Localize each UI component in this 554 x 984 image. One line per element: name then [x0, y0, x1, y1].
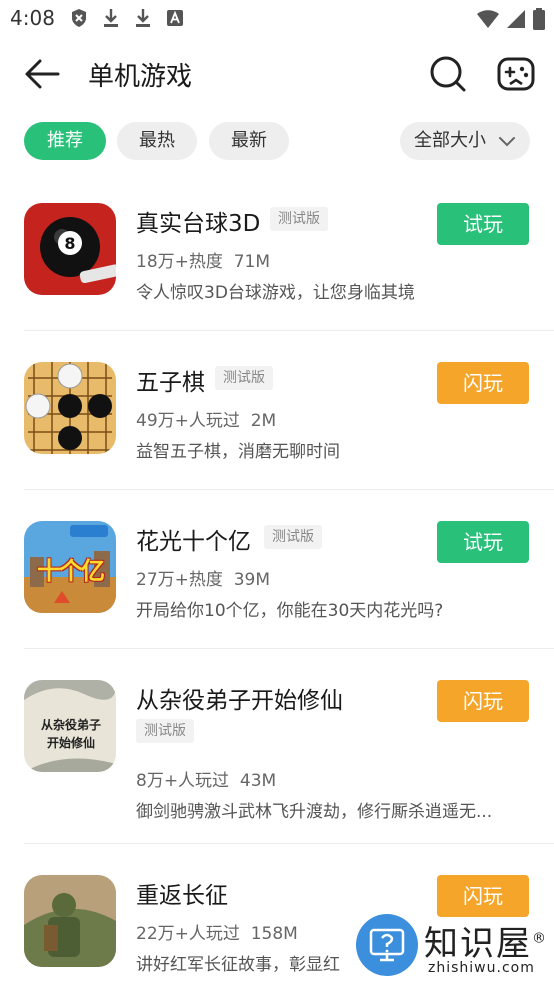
game-size: 71M — [233, 252, 271, 272]
game-stats: 8万+人玩过 43M — [136, 766, 276, 791]
font-a-icon — [167, 10, 183, 26]
battery-icon — [533, 8, 545, 30]
size-filter-label: 全部大小 — [414, 130, 486, 151]
game-size: 43M — [239, 771, 277, 791]
divider — [24, 843, 554, 844]
shield-icon — [72, 9, 86, 27]
beta-badge: 测试版 — [270, 207, 328, 231]
divider — [24, 489, 554, 490]
svg-text:8: 8 — [64, 234, 75, 253]
back-button[interactable] — [22, 56, 62, 92]
game-stats: 22万+人玩过 158M — [136, 919, 298, 944]
game-name: 真实台球3D — [136, 211, 261, 237]
game-popularity: 18万+热度 — [136, 252, 223, 272]
try-play-button[interactable]: 试玩 — [437, 521, 529, 563]
wifi-icon — [477, 10, 499, 28]
instant-play-button[interactable]: 闪玩 — [437, 680, 529, 722]
beta-badge: 测试版 — [136, 719, 194, 743]
instant-play-button[interactable]: 闪玩 — [437, 875, 529, 917]
tab-recommended[interactable]: 推荐 — [24, 122, 106, 160]
game-icon-text: 十个亿 — [37, 557, 105, 585]
game-popularity: 49万+人玩过 — [136, 411, 240, 431]
game-size: 2M — [250, 411, 277, 431]
question-monitor-icon — [356, 914, 418, 976]
game-size: 39M — [233, 570, 271, 590]
game-icon-long-march — [24, 875, 116, 967]
chevron-down-icon — [499, 137, 515, 147]
site-watermark: 知识屋® zhishiwu.com — [356, 914, 554, 984]
beta-badge: 测试版 — [264, 525, 322, 549]
divider — [24, 330, 554, 331]
watermark-title: 知识屋® — [424, 916, 548, 965]
watermark-url: zhishiwu.com — [428, 960, 535, 976]
status-notification-icons — [70, 8, 184, 28]
game-icon-text: 开始修仙 — [46, 736, 95, 750]
try-play-button[interactable]: 试玩 — [437, 203, 529, 245]
game-size: 158M — [250, 924, 298, 944]
watermark-title-text: 知识屋 — [424, 924, 532, 964]
game-popularity: 27万+热度 — [136, 570, 223, 590]
game-name: 花光十个亿 — [136, 529, 251, 555]
gamepad-icon — [497, 57, 535, 91]
game-icon-gomoku — [24, 362, 116, 454]
signal-icon — [507, 10, 525, 28]
filter-bar: 推荐 最热 最新 全部大小 — [0, 122, 554, 162]
game-icon-cultivation: 从杂役弟子 开始修仙 — [24, 680, 116, 772]
game-stats: 49万+人玩过 2M — [136, 406, 276, 431]
toolbar: 单机游戏 — [0, 46, 554, 102]
page-title: 单机游戏 — [88, 62, 193, 92]
search-button[interactable] — [428, 54, 468, 94]
status-bar: 4:08 — [0, 0, 554, 40]
game-description: 开局给你10个亿，你能在30天内花光吗? — [136, 601, 444, 621]
tab-newest[interactable]: 最新 — [209, 122, 289, 160]
registered-mark: ® — [532, 930, 548, 947]
status-time: 4:08 — [10, 6, 55, 30]
download-icon — [136, 9, 150, 27]
instant-play-button[interactable]: 闪玩 — [437, 362, 529, 404]
game-icon-billiards: 8 — [24, 203, 116, 295]
game-name: 重返长征 — [136, 883, 228, 909]
game-center-button[interactable] — [496, 54, 536, 94]
status-system-icons — [476, 8, 546, 30]
game-description: 讲好红军长征故事，彰显红 — [136, 955, 340, 975]
arrow-left-icon — [25, 59, 60, 89]
game-popularity: 8万+人玩过 — [136, 771, 230, 791]
game-icon-spend-billion: 十个亿 — [24, 521, 116, 613]
game-name: 从杂役弟子开始修仙 — [136, 688, 343, 714]
search-icon — [430, 56, 466, 92]
game-name: 五子棋 — [136, 370, 205, 396]
game-popularity: 22万+人玩过 — [136, 924, 240, 944]
tab-hottest[interactable]: 最热 — [117, 122, 197, 160]
game-icon-text: 从杂役弟子 — [40, 718, 101, 732]
game-stats: 27万+热度 39M — [136, 565, 270, 590]
game-description: 令人惊叹3D台球游戏，让您身临其境 — [136, 283, 415, 303]
beta-badge: 测试版 — [215, 366, 273, 390]
size-filter-dropdown[interactable]: 全部大小 — [400, 122, 530, 160]
game-description: 御剑驰骋激斗武林飞升渡劫，修行厮杀逍遥无... — [136, 802, 493, 822]
divider — [24, 648, 554, 649]
game-description: 益智五子棋，消磨无聊时间 — [136, 442, 340, 462]
game-stats: 18万+热度 71M — [136, 247, 270, 272]
download-icon — [104, 9, 118, 27]
